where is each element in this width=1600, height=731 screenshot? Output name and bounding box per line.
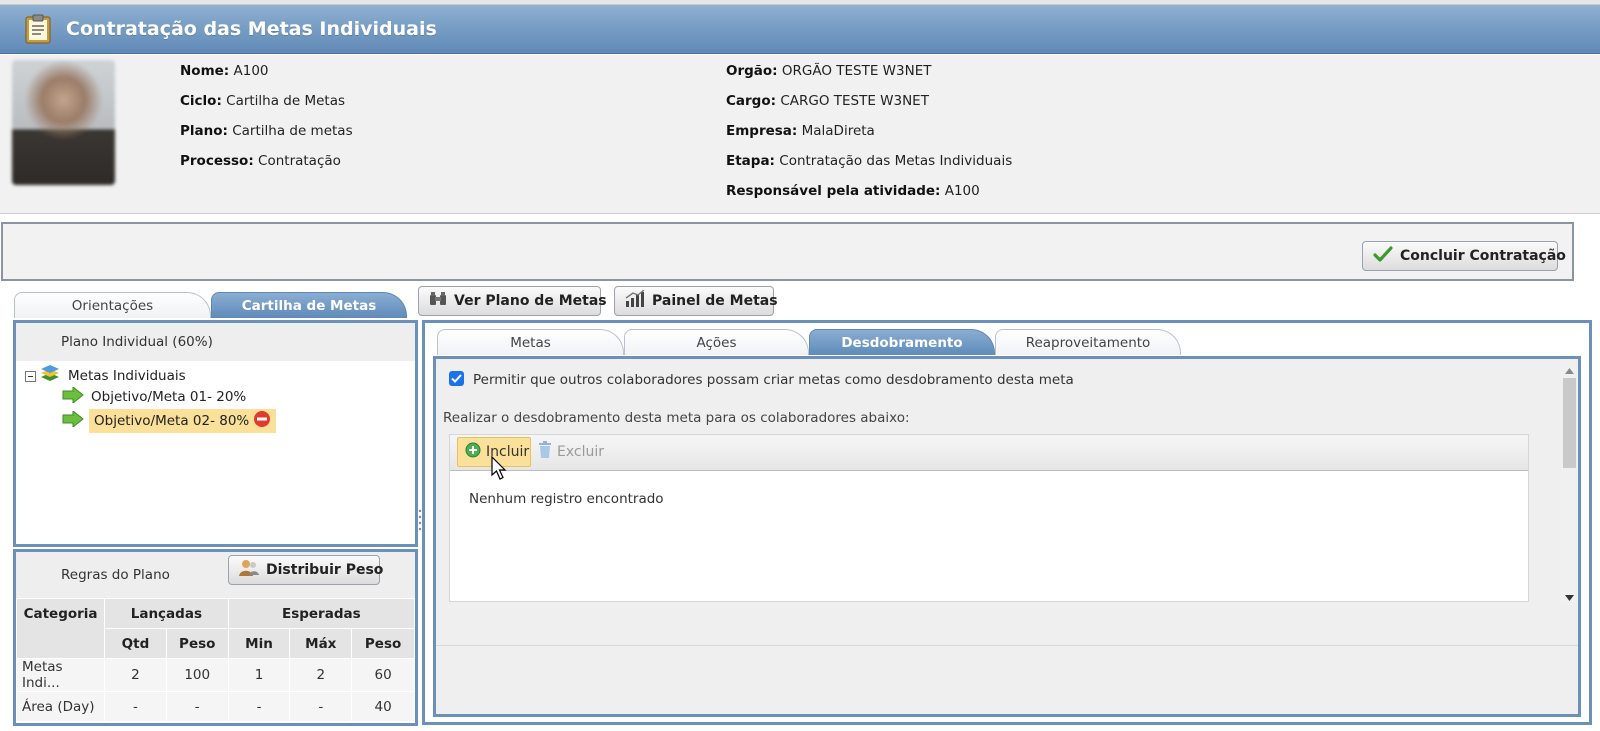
table-cell: - [165,691,229,722]
tab-cartilha-de-metas[interactable]: Cartilha de Metas [211,292,407,318]
checkmark-icon [1373,246,1393,266]
divider [436,645,1578,646]
meta-detail-panel: Metas Ações Desdobramento Reaproveitamen… [422,320,1592,725]
arrow-right-icon [62,385,84,407]
add-icon [465,442,481,462]
info-cargo: Cargo: CARGO TESTE W3NET [726,93,929,109]
col-peso-lancadas: Peso [165,628,229,659]
col-lancadas: Lançadas [104,598,229,629]
col-peso-esperadas: Peso [351,628,415,659]
tab-metas[interactable]: Metas [437,329,624,355]
info-nome: Nome: A100 [180,63,269,79]
excluir-button[interactable]: Excluir [538,437,604,467]
info-etapa: Etapa: Contratação das Metas Individuais [726,153,1013,169]
info-responsavel: Responsável pela atividade: A100 [726,183,980,199]
tree-item-meta-02[interactable]: Objetivo/Meta 02- 80% [62,409,277,433]
table-cell: - [289,691,353,722]
plan-tree-panel: Plano Individual (60%) Metas Individuais… [13,320,418,547]
page-title: Contratação das Metas Individuais [66,18,437,40]
distribuir-peso-button[interactable]: Distribuir Peso [228,555,383,585]
info-processo: Processo: Contratação [180,153,341,169]
table-cell: 100 [165,658,229,692]
rules-table: Categoria Lançadas Esperadas Qtd Peso Mi… [15,598,416,722]
employee-photo [12,60,115,185]
table-cell: 1 [227,658,291,692]
tree-root[interactable]: Metas Individuais [25,365,186,387]
bar-chart-icon [625,289,645,312]
binoculars-icon [429,291,447,311]
tab-orientacoes[interactable]: Orientações [14,292,211,318]
permitir-desdobramento-checkbox[interactable] [449,371,464,386]
scroll-thumb[interactable] [1563,378,1576,468]
arrow-right-icon [62,409,84,431]
plan-rules-header: Regras do Plano Distribuir Peso [16,552,415,598]
ver-plano-de-metas-button[interactable]: Ver Plano de Metas [418,286,607,316]
employee-info-panel: Nome: A100 Ciclo: Cartilha de Metas Plan… [0,55,1600,214]
table-cell: 2 [289,658,353,692]
info-empresa: Empresa: MalaDireta [726,123,875,139]
tab-desdobramento[interactable]: Desdobramento [809,329,995,355]
layers-icon [39,365,61,387]
table-row: Metas Indi... 2 100 1 2 60 [15,658,415,692]
info-ciclo: Ciclo: Cartilha de Metas [180,93,346,109]
permitir-desdobramento-label: Permitir que outros colaboradores possam… [473,372,1074,388]
people-icon [239,559,259,581]
table-cell: 40 [351,691,415,722]
table-cell: - [104,691,167,722]
table-cell: - [227,691,291,722]
mouse-cursor-icon [491,455,509,482]
col-esperadas: Esperadas [227,598,416,629]
colaboradores-grid: Incluir Excluir Nenhum registro encontra… [449,434,1529,602]
tree-item-meta-01[interactable]: Objetivo/Meta 01- 20% [62,385,246,407]
selected-highlight: Objetivo/Meta 02- 80% [89,409,277,433]
plan-tree-header: Plano Individual (60%) [16,323,415,361]
desdobramento-content: Permitir que outros colaboradores possam… [433,356,1581,717]
info-orgao: Orgão: ORGÃO TESTE W3NET [726,63,932,79]
scroll-down-icon[interactable] [1565,591,1574,606]
grid-toolbar: Incluir Excluir [450,435,1528,471]
concluir-contratacao-button[interactable]: Concluir Contratação [1362,241,1566,271]
clipboard-icon [25,14,51,44]
instruction-text: Realizar o desdobramento desta meta para… [443,410,910,426]
table-cell: Área (Day) [15,691,106,722]
table-cell: 60 [351,658,415,692]
rules-header-row: Categoria Lançadas Esperadas [15,598,416,659]
col-min: Min [227,628,291,659]
info-plano: Plano: Cartilha de metas [180,123,353,139]
vertical-scrollbar[interactable] [1561,359,1578,604]
plan-tree-title: Plano Individual (60%) [61,334,213,350]
table-cell: 2 [104,658,167,692]
col-qtd: Qtd [104,628,167,659]
collapse-icon[interactable] [25,370,36,382]
col-categoria: Categoria [15,598,106,659]
painel-de-metas-button[interactable]: Painel de Metas [614,286,778,316]
plan-rules-panel: Regras do Plano Distribuir Peso Categori… [13,549,418,726]
empty-message: Nenhum registro encontrado [469,491,664,507]
plan-rules-title: Regras do Plano [61,567,170,583]
tab-reaproveitamento[interactable]: Reaproveitamento [995,329,1181,355]
tab-acoes[interactable]: Ações [624,329,809,355]
action-bar [1,222,1574,281]
scroll-up-icon[interactable] [1565,363,1574,378]
table-row: Área (Day) - - - - 40 [15,691,415,722]
trash-icon [538,441,552,463]
table-cell: Metas Indi... [15,658,106,692]
page-header: Contratação das Metas Individuais [0,5,1600,54]
remove-icon[interactable] [253,410,271,432]
col-max: Máx [289,628,353,659]
